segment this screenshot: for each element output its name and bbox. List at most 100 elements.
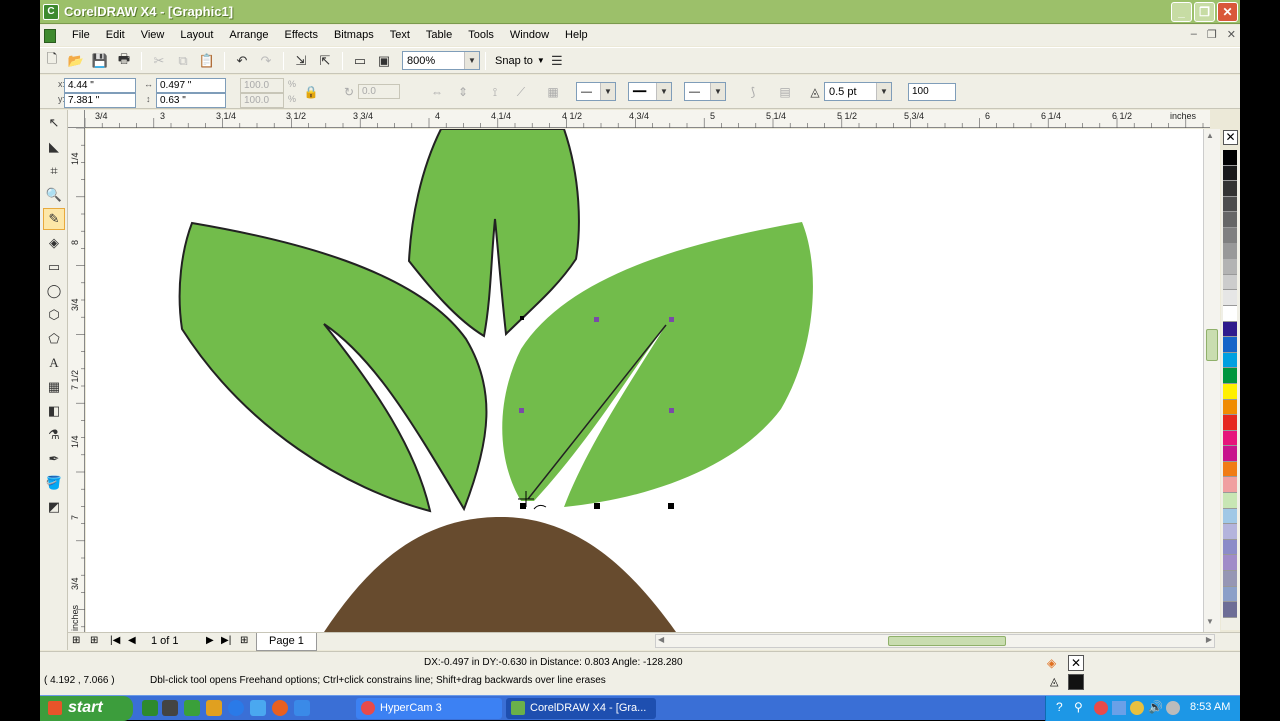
paste-icon[interactable]: 📋 — [197, 51, 217, 71]
quicklaunch-firefox-icon[interactable] — [272, 700, 288, 716]
color-swatch[interactable] — [1223, 524, 1237, 540]
menu-window[interactable]: Window — [502, 25, 557, 46]
import-icon[interactable]: ⇲ — [291, 51, 311, 71]
drawing-canvas[interactable] — [86, 129, 1210, 632]
quicklaunch-app-icon[interactable] — [184, 700, 200, 716]
color-swatch[interactable] — [1223, 321, 1237, 338]
ellipse-tool-icon[interactable]: ◯ — [43, 280, 65, 302]
taskbar-item-coreldraw[interactable]: CorelDRAW X4 - [Gra... — [506, 698, 656, 719]
color-swatch[interactable] — [1223, 383, 1237, 400]
doc-minimize-icon[interactable]: – — [1191, 28, 1197, 41]
menu-effects[interactable]: Effects — [277, 25, 326, 46]
wrap-icon[interactable]: ▦ — [544, 83, 562, 101]
quicklaunch-browser-icon[interactable] — [228, 700, 244, 716]
crop-tool-icon[interactable]: ⌗ — [43, 160, 65, 182]
options-icon[interactable]: ☰ — [547, 51, 567, 71]
export-icon[interactable]: ⇱ — [315, 51, 335, 71]
help-icon[interactable]: ? — [1056, 700, 1063, 714]
color-swatch[interactable] — [1223, 305, 1237, 322]
color-swatch[interactable] — [1223, 415, 1237, 431]
vertical-scrollbar[interactable]: ▲ ▼ — [1203, 129, 1220, 632]
fill-none-swatch[interactable]: ✕ — [1068, 655, 1084, 671]
scroll-up-icon[interactable]: ▲ — [1206, 131, 1214, 140]
height-field[interactable]: 0.63 " — [156, 93, 226, 108]
color-swatch[interactable] — [1223, 290, 1237, 306]
color-swatch[interactable] — [1223, 539, 1237, 556]
ruler-corner[interactable] — [68, 110, 85, 128]
zoom-tool-icon[interactable]: 🔍 — [43, 184, 65, 206]
color-swatch[interactable] — [1223, 602, 1237, 618]
add-page-before-icon[interactable]: ⊞ — [90, 635, 98, 646]
redo-icon[interactable]: ↷ — [256, 51, 276, 71]
color-swatch[interactable] — [1223, 446, 1237, 462]
scroll-down-icon[interactable]: ▼ — [1206, 617, 1214, 626]
end-arrowhead-combo[interactable]: — ▼ — [684, 82, 726, 101]
vertical-ruler[interactable]: 1/4 8 3/4 7 1/2 1/4 7 3/4 inches — [68, 128, 85, 633]
drawing-artwork[interactable] — [86, 129, 1210, 632]
new-icon[interactable]: 🗋 — [42, 51, 62, 71]
table-tool-icon[interactable]: ▦ — [43, 376, 65, 398]
start-button[interactable]: start — [40, 696, 133, 721]
minimize-button[interactable]: _ — [1171, 2, 1192, 22]
scroll-left-icon[interactable]: ◀ — [658, 635, 664, 644]
clock[interactable]: 8:53 AM — [1190, 701, 1230, 713]
eyedropper-tool-icon[interactable]: ⚗ — [43, 424, 65, 446]
color-swatch[interactable] — [1223, 352, 1237, 369]
interactive-fill-tool-icon[interactable]: ◩ — [43, 496, 65, 518]
application-launcher-icon[interactable]: ▭ — [350, 51, 370, 71]
smart-fill-tool-icon[interactable]: ◈ — [43, 232, 65, 254]
doc-restore-icon[interactable]: ❐ — [1207, 28, 1217, 41]
color-swatch[interactable] — [1223, 477, 1237, 494]
quicklaunch-app-icon[interactable] — [294, 700, 310, 716]
rectangle-tool-icon[interactable]: ▭ — [43, 256, 65, 278]
scroll-right-icon[interactable]: ▶ — [1206, 635, 1212, 644]
pick-tool-icon[interactable]: ↖ — [43, 112, 65, 134]
angle-field[interactable]: 0.0 — [358, 84, 400, 99]
color-swatch[interactable] — [1223, 227, 1237, 244]
menu-help[interactable]: Help — [557, 25, 596, 46]
mirror-vertical-icon[interactable]: ⇕ — [454, 83, 472, 101]
chevron-down-icon[interactable]: ▼ — [464, 52, 479, 69]
volume-icon[interactable]: 🔊 — [1148, 700, 1163, 714]
color-swatch[interactable] — [1223, 430, 1237, 447]
outline-pen-icon[interactable]: ▤ — [776, 83, 794, 101]
freehand-tool-icon[interactable]: ✎ — [43, 208, 65, 230]
document-icon[interactable] — [44, 28, 56, 43]
undo-icon[interactable]: ↶ — [232, 51, 252, 71]
color-swatch[interactable] — [1223, 243, 1237, 260]
color-swatch[interactable] — [1223, 150, 1237, 166]
chevron-down-icon[interactable]: ▼ — [656, 83, 671, 100]
text-tool-icon[interactable]: A — [43, 352, 65, 374]
interactive-blend-tool-icon[interactable]: ◧ — [43, 400, 65, 422]
scale-height-field[interactable]: 100.0 — [240, 93, 284, 108]
menu-arrange[interactable]: Arrange — [221, 25, 276, 46]
color-swatch[interactable] — [1223, 181, 1237, 197]
menu-layout[interactable]: Layout — [172, 25, 221, 46]
scale-width-field[interactable]: 100.0 — [240, 78, 284, 93]
first-page-icon[interactable]: |◀ — [110, 635, 120, 646]
snap-to-label[interactable]: Snap to — [495, 55, 533, 67]
add-page-after-icon[interactable]: ⊞ — [240, 635, 248, 646]
shape-tool-icon[interactable]: ◣ — [43, 136, 65, 158]
outline-width-combo[interactable]: 0.5 pt ▼ — [824, 82, 892, 101]
open-icon[interactable]: 📂 — [66, 51, 86, 71]
color-swatch[interactable] — [1223, 508, 1237, 525]
copy-icon[interactable]: ⧉ — [173, 51, 193, 71]
quicklaunch-ie-icon[interactable] — [250, 700, 266, 716]
color-swatch[interactable] — [1223, 259, 1237, 275]
tab-page-1[interactable]: Page 1 — [256, 633, 317, 651]
chevron-down-icon[interactable]: ▼ — [710, 83, 725, 100]
network-icon[interactable] — [1112, 701, 1126, 715]
color-swatch[interactable] — [1223, 165, 1237, 182]
mirror-horizontal-icon[interactable]: ⇔ — [428, 83, 446, 101]
outline-black-swatch[interactable] — [1068, 674, 1084, 690]
horizontal-ruler[interactable]: 3/4 3 3 1/4 3 1/2 3 3/4 4 4 1/4 4 1/2 4 … — [85, 110, 1210, 128]
quicklaunch-app-icon[interactable] — [142, 700, 158, 716]
y-position-field[interactable]: 7.381 " — [64, 93, 136, 108]
polygon-tool-icon[interactable]: ⬡ — [43, 304, 65, 326]
previous-page-icon[interactable]: ◀ — [128, 635, 136, 646]
restore-button[interactable]: ❐ — [1194, 2, 1215, 22]
color-swatch[interactable] — [1223, 586, 1237, 603]
close-button[interactable]: ✕ — [1217, 2, 1238, 22]
menu-bitmaps[interactable]: Bitmaps — [326, 25, 382, 46]
